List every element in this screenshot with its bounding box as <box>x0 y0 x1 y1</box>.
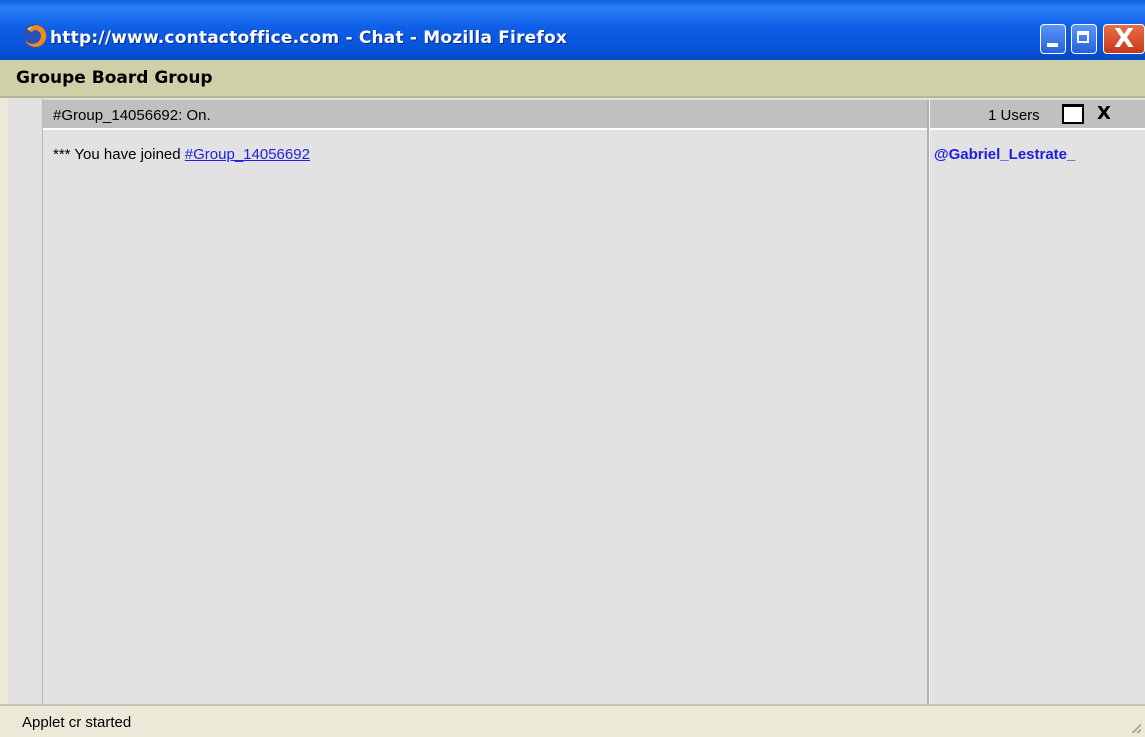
minimize-icon[interactable] <box>1040 24 1066 54</box>
group-header: Groupe Board Group <box>0 60 1145 98</box>
close-icon[interactable]: X <box>1103 24 1145 54</box>
chat-panel: #Group_14056692: On. *** You have joined… <box>8 98 1145 704</box>
user-list: @Gabriel_Lestrate_ <box>930 132 1145 704</box>
message-text: *** You have joined <box>53 146 185 163</box>
browser-window: http://www.contactoffice.com - Chat - Mo… <box>0 0 1145 737</box>
users-close-button[interactable]: X <box>1092 103 1116 125</box>
message-line: *** You have joined #Group_14056692 <box>53 146 310 163</box>
maximize-icon[interactable] <box>1071 24 1097 54</box>
channel-link[interactable]: #Group_14056692 <box>185 146 310 163</box>
firefox-icon <box>23 24 47 48</box>
status-text: Applet cr started <box>22 714 132 731</box>
message-area[interactable]: *** You have joined #Group_14056692 <box>43 132 927 704</box>
channel-status: #Group_14056692: On. <box>53 107 211 124</box>
users-count: 1 Users <box>988 107 1040 124</box>
left-gutter <box>8 98 43 704</box>
user-list-item[interactable]: @Gabriel_Lestrate_ <box>934 146 1075 163</box>
users-maximize-icon[interactable] <box>1062 104 1084 124</box>
resize-grip-icon[interactable] <box>1129 721 1141 733</box>
users-header: 1 Users X <box>930 100 1145 130</box>
status-bar: Applet cr started <box>0 704 1145 737</box>
title-bar[interactable]: http://www.contactoffice.com - Chat - Mo… <box>0 0 1145 60</box>
window-title: http://www.contactoffice.com - Chat - Mo… <box>50 28 568 48</box>
channel-status-bar: #Group_14056692: On. <box>43 100 927 130</box>
group-title: Groupe Board Group <box>16 68 213 88</box>
close-glyph: X <box>1114 24 1135 54</box>
